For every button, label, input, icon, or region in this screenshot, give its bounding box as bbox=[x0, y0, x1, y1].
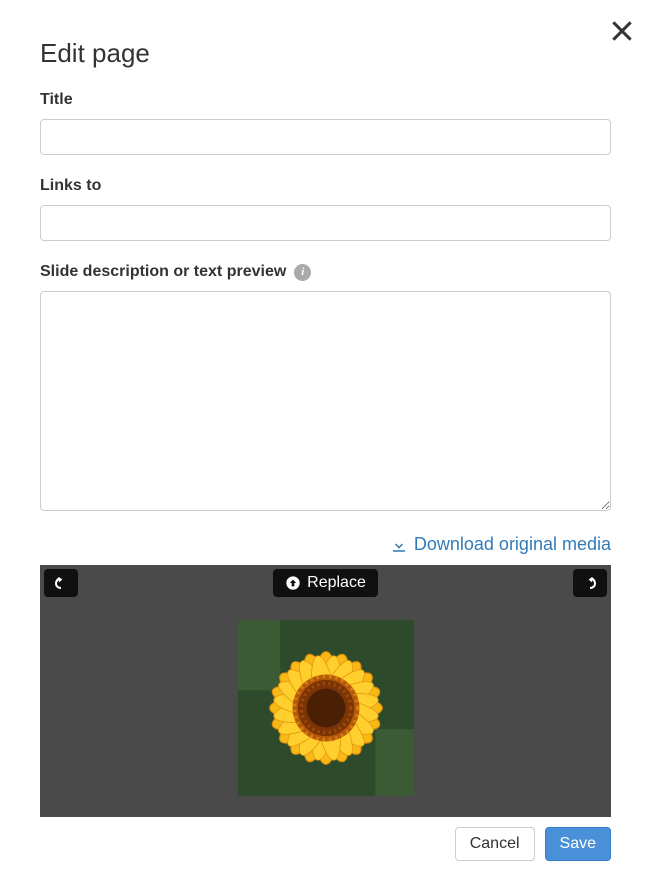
media-preview: Replace bbox=[40, 565, 611, 817]
rotate-right-button[interactable] bbox=[573, 569, 607, 597]
rotate-left-button[interactable] bbox=[44, 569, 78, 597]
close-button[interactable] bbox=[609, 18, 635, 49]
title-field: Title bbox=[40, 91, 611, 155]
description-textarea[interactable] bbox=[40, 291, 611, 511]
edit-page-modal: Edit page Title Links to Slide descripti… bbox=[0, 0, 651, 881]
replace-button[interactable]: Replace bbox=[273, 569, 378, 597]
title-input[interactable] bbox=[40, 119, 611, 155]
media-thumbnail bbox=[238, 620, 414, 796]
description-label: Slide description or text preview i bbox=[40, 263, 611, 281]
download-icon bbox=[390, 536, 408, 554]
info-icon[interactable]: i bbox=[294, 264, 311, 281]
replace-label: Replace bbox=[307, 574, 366, 592]
rotate-right-icon bbox=[582, 575, 598, 591]
action-row: Cancel Save bbox=[40, 827, 611, 861]
save-button[interactable]: Save bbox=[545, 827, 611, 861]
modal-title: Edit page bbox=[40, 38, 611, 69]
media-toolbar: Replace bbox=[44, 569, 607, 597]
download-row: Download original media bbox=[40, 534, 611, 559]
download-label: Download original media bbox=[414, 534, 611, 555]
cancel-button[interactable]: Cancel bbox=[455, 827, 535, 861]
description-field: Slide description or text preview i bbox=[40, 263, 611, 516]
download-original-link[interactable]: Download original media bbox=[390, 534, 611, 555]
sunflower-image bbox=[238, 620, 414, 796]
links-to-label: Links to bbox=[40, 177, 611, 195]
title-label: Title bbox=[40, 91, 611, 109]
upload-icon bbox=[285, 575, 301, 591]
close-icon bbox=[609, 18, 635, 44]
description-label-text: Slide description or text preview bbox=[40, 263, 286, 281]
links-to-input[interactable] bbox=[40, 205, 611, 241]
links-to-field: Links to bbox=[40, 177, 611, 241]
rotate-left-icon bbox=[53, 575, 69, 591]
